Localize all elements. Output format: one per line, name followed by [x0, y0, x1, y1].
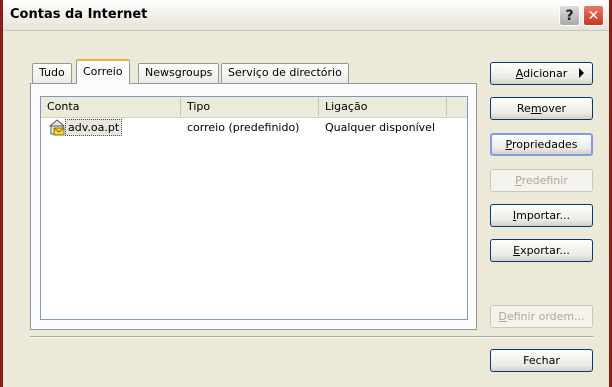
submenu-arrow-icon	[579, 68, 584, 78]
tab-servico-de-directorio[interactable]: Serviço de directório	[221, 63, 349, 83]
tab-label: Newsgroups	[145, 66, 213, 79]
tab-label: Tudo	[39, 66, 65, 79]
separator-line	[30, 336, 593, 338]
set-default-button[interactable]: Predefinir	[490, 169, 593, 192]
set-order-button-label: Definir ordem...	[498, 310, 585, 323]
set-order-button[interactable]: Definir ordem...	[490, 305, 593, 328]
tab-newsgroups[interactable]: Newsgroups	[138, 63, 220, 83]
import-button[interactable]: Importar...	[490, 204, 593, 227]
account-connection: Qualquer disponível	[325, 121, 436, 134]
tab-correio[interactable]: Correio	[76, 59, 130, 84]
tab-tudo[interactable]: Tudo	[32, 63, 72, 83]
close-dialog-button-label: Fechar	[523, 354, 560, 367]
import-button-label: Importar...	[512, 209, 571, 222]
column-header-ligacao[interactable]: Ligação	[319, 97, 447, 116]
add-button[interactable]: Adicionar	[490, 62, 593, 85]
column-header-tipo[interactable]: Tipo	[181, 97, 319, 116]
close-button[interactable]: ✕	[583, 5, 604, 26]
close-icon: ✕	[587, 7, 600, 24]
title-bar[interactable]: Contas da Internet ? ✕	[3, 0, 609, 31]
remove-button[interactable]: Remover	[490, 97, 593, 120]
export-button[interactable]: Exportar...	[490, 239, 593, 262]
tab-panel-correio: Conta Tipo Ligação adv.oa.pt correio (pr…	[30, 83, 477, 330]
help-button[interactable]: ?	[559, 5, 580, 26]
remove-button-label: Remover	[516, 102, 567, 115]
tab-label: Serviço de directório	[228, 66, 342, 79]
list-item[interactable]: adv.oa.pt correio (predefinido) Qualquer…	[41, 119, 467, 136]
mail-account-icon	[48, 119, 66, 136]
help-icon: ?	[565, 7, 574, 24]
column-header-conta[interactable]: Conta	[41, 97, 181, 116]
account-name: adv.oa.pt	[65, 119, 123, 136]
properties-button-label: Propriedades	[505, 138, 578, 151]
account-type: correio (predefinido)	[187, 121, 300, 134]
close-dialog-button[interactable]: Fechar	[490, 349, 593, 372]
accounts-list[interactable]: Conta Tipo Ligação adv.oa.pt correio (pr…	[40, 96, 468, 320]
properties-button[interactable]: Propriedades	[490, 133, 593, 156]
set-default-button-label: Predefinir	[515, 174, 568, 187]
window-title: Contas da Internet	[10, 7, 148, 22]
tab-label: Correio	[83, 65, 123, 78]
list-header: Conta Tipo Ligação	[41, 97, 467, 118]
internet-accounts-window: Contas da Internet ? ✕ Tudo Correio News…	[0, 0, 612, 387]
export-button-label: Exportar...	[513, 244, 570, 257]
add-button-label: Adicionar	[515, 67, 568, 80]
